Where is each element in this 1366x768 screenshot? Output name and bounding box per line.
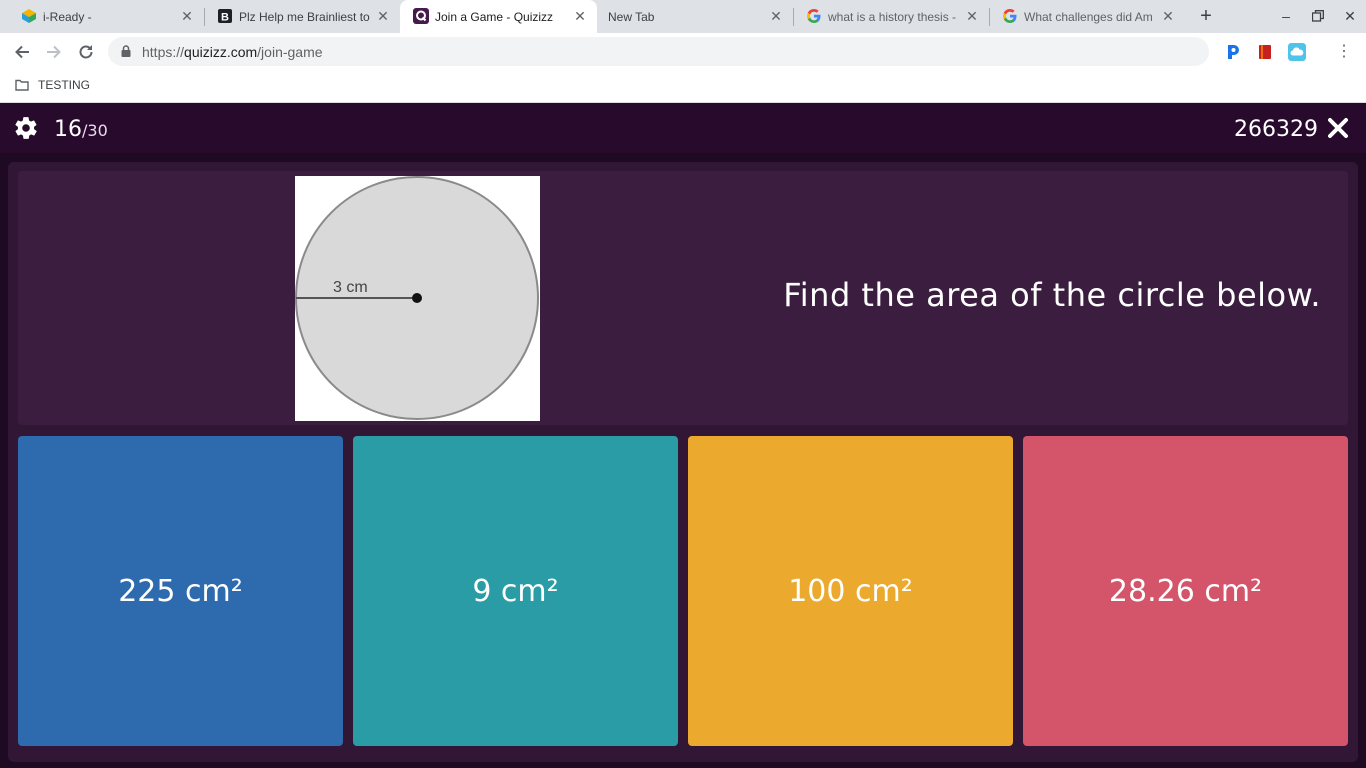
address-bar[interactable]: https://quizizz.com/join-game bbox=[108, 37, 1209, 66]
brainly-favicon-icon: B bbox=[218, 9, 232, 24]
gear-icon[interactable] bbox=[13, 115, 39, 141]
tab-quizizz[interactable]: Join a Game - Quizizz ✕ bbox=[400, 0, 597, 33]
tab-title: what is a history thesis - bbox=[828, 10, 957, 24]
answer-label: 100 cm² bbox=[788, 573, 913, 609]
url-path: /join-game bbox=[257, 44, 323, 60]
tab-title: Join a Game - Quizizz bbox=[435, 10, 554, 24]
answer-label: 9 cm² bbox=[472, 573, 559, 609]
close-icon[interactable] bbox=[1326, 116, 1350, 140]
close-tab-icon[interactable]: ✕ bbox=[768, 8, 784, 24]
close-tab-icon[interactable]: ✕ bbox=[572, 8, 588, 24]
question-progress: 16/30 bbox=[54, 117, 108, 142]
radius-label: 3 cm bbox=[333, 279, 368, 296]
tab-title: i-Ready - bbox=[43, 10, 92, 24]
close-tab-icon[interactable]: ✕ bbox=[375, 8, 391, 24]
iready-favicon-icon bbox=[22, 9, 36, 23]
pear-deck-extension-icon[interactable] bbox=[1224, 43, 1242, 61]
close-tab-icon[interactable]: ✕ bbox=[1160, 8, 1176, 24]
browser-toolbar: https://quizizz.com/join-game ⋮ bbox=[0, 33, 1366, 71]
tab-title: Plz Help me Brainliest to bbox=[239, 10, 370, 24]
minimize-window-icon[interactable]: – bbox=[1276, 6, 1296, 26]
answer-label: 225 cm² bbox=[118, 573, 243, 609]
book-extension-icon[interactable] bbox=[1256, 43, 1274, 61]
question-text: Find the area of the circle below. bbox=[783, 276, 1321, 314]
tab-new-tab[interactable]: New Tab ✕ bbox=[597, 0, 794, 33]
url-host: quizizz.com bbox=[184, 44, 258, 60]
bookmarks-bar: TESTING bbox=[0, 71, 1366, 103]
url-text: https://quizizz.com/join-game bbox=[142, 44, 323, 60]
current-question-number: 16 bbox=[54, 117, 82, 142]
forward-arrow-icon[interactable] bbox=[43, 41, 65, 63]
answer-option-4[interactable]: 28.26 cm² bbox=[1023, 436, 1348, 746]
tab-google-challenges[interactable]: What challenges did Am ✕ bbox=[989, 0, 1185, 33]
tab-google-history-thesis[interactable]: what is a history thesis - ✕ bbox=[793, 0, 990, 33]
tab-iready[interactable]: i-Ready - ✕ bbox=[8, 0, 205, 33]
answer-option-1[interactable]: 225 cm² bbox=[18, 436, 343, 746]
svg-text:B: B bbox=[221, 12, 229, 24]
answer-label: 28.26 cm² bbox=[1108, 573, 1263, 609]
url-scheme: https:// bbox=[142, 44, 185, 60]
google-favicon-icon bbox=[807, 9, 821, 23]
bookmark-testing[interactable]: TESTING bbox=[38, 78, 90, 92]
cloud-extension-icon[interactable] bbox=[1288, 43, 1306, 61]
tab-brainly[interactable]: B Plz Help me Brainliest to ✕ bbox=[204, 0, 400, 33]
back-arrow-icon[interactable] bbox=[11, 41, 33, 63]
folder-icon bbox=[15, 79, 29, 91]
new-tab-button[interactable]: + bbox=[1196, 6, 1216, 26]
tab-title: New Tab bbox=[608, 10, 655, 24]
game-code: 266329 bbox=[1234, 117, 1318, 142]
quizizz-favicon-icon bbox=[413, 8, 429, 24]
google-favicon-icon bbox=[1003, 9, 1017, 23]
quiz-header: 16/30 266329 bbox=[0, 103, 1366, 153]
more-menu-icon[interactable]: ⋮ bbox=[1336, 42, 1352, 62]
answer-option-3[interactable]: 100 cm² bbox=[688, 436, 1013, 746]
lock-icon bbox=[121, 45, 131, 57]
total-questions: /30 bbox=[82, 121, 108, 140]
close-tab-icon[interactable]: ✕ bbox=[179, 8, 195, 24]
center-point bbox=[412, 293, 422, 303]
close-tab-icon[interactable]: ✕ bbox=[964, 8, 980, 24]
tab-title: What challenges did Am bbox=[1024, 10, 1153, 24]
question-image: 3 cm bbox=[295, 176, 540, 421]
circle-diagram: 3 cm bbox=[295, 176, 539, 420]
close-window-icon[interactable]: ✕ bbox=[1340, 6, 1360, 26]
restore-window-icon[interactable] bbox=[1308, 6, 1328, 26]
reload-icon[interactable] bbox=[75, 41, 97, 63]
tab-strip: i-Ready - ✕ B Plz Help me Brainliest to … bbox=[0, 0, 1366, 33]
answer-option-2[interactable]: 9 cm² bbox=[353, 436, 678, 746]
